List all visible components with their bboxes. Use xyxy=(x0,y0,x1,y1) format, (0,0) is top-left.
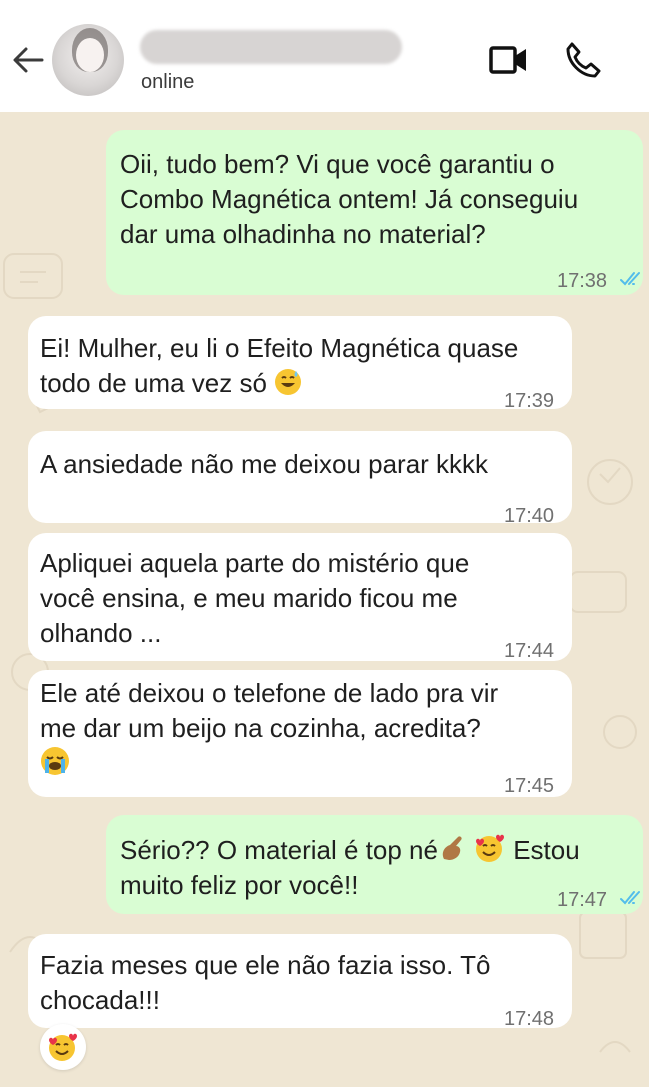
back-arrow-icon xyxy=(13,47,44,73)
message-outgoing[interactable]: Sério?? O material é top né Estou muito f… xyxy=(106,815,643,914)
message-incoming[interactable]: Ele até deixou o telefone de lado pra vi… xyxy=(28,670,572,797)
back-button[interactable] xyxy=(10,40,46,80)
phone-call-icon xyxy=(566,42,601,78)
message-incoming[interactable]: Apliquei aquela parte do mistério que vo… xyxy=(28,533,572,662)
message-time: 17:45 xyxy=(504,775,555,797)
voice-call-button[interactable] xyxy=(563,40,603,80)
message-text: Ele até deixou o telefone de lado pra vi… xyxy=(40,676,498,781)
double-check-icon xyxy=(620,272,640,286)
video-call-button[interactable] xyxy=(488,42,530,78)
message-time: 17:47 xyxy=(557,889,608,911)
message-text: Fazia meses que ele não fazia isso. Tô c… xyxy=(40,950,491,1015)
message-time: 17:38 xyxy=(557,270,608,292)
message-text: Apliquei aquela parte do mistério que vo… xyxy=(40,548,470,648)
grinning-sweat-emoji xyxy=(275,369,302,395)
message-reaction[interactable] xyxy=(40,1024,86,1070)
message-time: 17:48 xyxy=(504,1008,555,1030)
message-time: 17:44 xyxy=(504,640,555,662)
contact-name-redacted[interactable] xyxy=(140,30,402,64)
loudly-crying-emoji xyxy=(41,747,69,775)
message-text: A ansiedade não me deixou parar kkkk xyxy=(40,449,489,479)
double-check-icon xyxy=(620,891,640,905)
pinching-hand-emoji xyxy=(442,836,462,860)
message-text: Oii, tudo bem? Vi que você garantiu o Co… xyxy=(120,149,579,249)
message-incoming[interactable]: Fazia meses que ele não fazia isso. Tô c… xyxy=(28,934,572,1030)
contact-avatar[interactable] xyxy=(52,24,124,96)
smiling-hearts-emoji xyxy=(49,1033,77,1061)
contact-status: online xyxy=(141,71,195,93)
message-incoming[interactable]: A ansiedade não me deixou parar kkkk 17:… xyxy=(28,431,572,527)
message-incoming[interactable]: Ei! Mulher, eu li o Efeito Magnética qua… xyxy=(28,316,572,412)
message-text: Ei! Mulher, eu li o Efeito Magnética qua… xyxy=(40,333,519,398)
message-time: 17:39 xyxy=(504,390,555,412)
message-text: Sério?? O material é top né Estou muito f… xyxy=(120,834,580,900)
message-time: 17:40 xyxy=(504,505,555,527)
message-outgoing[interactable]: Oii, tudo bem? Vi que você garantiu o Co… xyxy=(106,130,643,295)
smiling-hearts-emoji xyxy=(475,834,504,862)
video-call-icon xyxy=(489,46,526,74)
chat-header: online xyxy=(0,0,649,112)
